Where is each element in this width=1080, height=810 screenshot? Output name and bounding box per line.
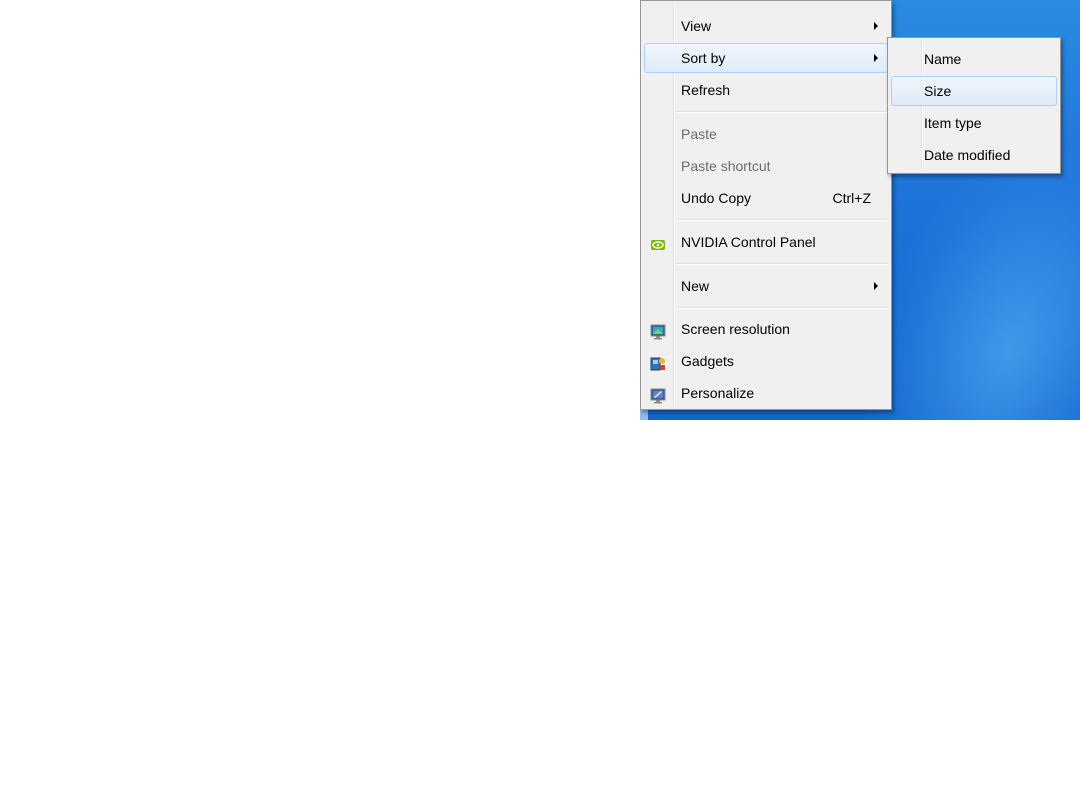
personalize-icon <box>650 385 666 404</box>
submenu-item-size[interactable]: Size <box>891 76 1057 106</box>
menu-item-label: Personalize <box>681 385 755 401</box>
menu-item-nvidia-control-panel[interactable]: NVIDIA Control Panel <box>644 227 888 257</box>
gadgets-icon <box>650 353 666 371</box>
sort-by-submenu: Name Size Item type Date modified <box>887 37 1061 174</box>
submenu-item-name[interactable]: Name <box>891 44 1057 74</box>
menu-item-screen-resolution[interactable]: Screen resolution <box>644 314 888 344</box>
menu-item-new[interactable]: New <box>644 271 888 301</box>
desktop-context-menu: View Sort by Refresh Paste Paste shortcu… <box>640 0 892 410</box>
submenu-arrow-icon <box>874 282 878 290</box>
menu-item-label: Paste <box>681 126 717 142</box>
menu-item-label: Name <box>924 51 962 67</box>
menu-separator <box>677 219 888 221</box>
menu-item-label: View <box>681 18 712 34</box>
menu-item-view[interactable]: View <box>644 11 888 41</box>
menu-item-label: Gadgets <box>681 353 734 369</box>
menu-item-undo-copy[interactable]: Undo Copy Ctrl+Z <box>644 183 888 213</box>
menu-item-label: Sort by <box>681 50 726 66</box>
screen-resolution-icon <box>650 321 666 340</box>
submenu-item-item-type[interactable]: Item type <box>891 108 1057 138</box>
menu-item-label: New <box>681 278 710 294</box>
menu-separator <box>677 307 888 309</box>
menu-item-label: Screen resolution <box>681 321 790 337</box>
nvidia-icon <box>650 234 666 250</box>
menu-item-shortcut: Ctrl+Z <box>832 190 872 206</box>
menu-item-label: Item type <box>924 115 982 131</box>
menu-item-label: Date modified <box>924 147 1011 163</box>
submenu-arrow-icon <box>874 22 878 30</box>
menu-item-gadgets[interactable]: Gadgets <box>644 346 888 376</box>
menu-separator <box>677 263 888 265</box>
submenu-arrow-icon <box>874 54 878 62</box>
menu-item-sort-by[interactable]: Sort by <box>644 43 888 73</box>
menu-item-label: Size <box>924 83 952 99</box>
menu-item-paste-shortcut[interactable]: Paste shortcut <box>644 151 888 181</box>
menu-item-paste[interactable]: Paste <box>644 119 888 149</box>
menu-item-label: Paste shortcut <box>681 158 771 174</box>
menu-item-refresh[interactable]: Refresh <box>644 75 888 105</box>
menu-item-label: NVIDIA Control Panel <box>681 234 816 250</box>
menu-item-label: Undo Copy <box>681 190 752 206</box>
menu-item-label: Refresh <box>681 82 731 98</box>
menu-separator <box>677 111 888 113</box>
submenu-item-date-modified[interactable]: Date modified <box>891 140 1057 170</box>
desktop-screenshot: View Sort by Refresh Paste Paste shortcu… <box>640 0 1080 420</box>
menu-item-personalize[interactable]: Personalize <box>644 378 888 408</box>
